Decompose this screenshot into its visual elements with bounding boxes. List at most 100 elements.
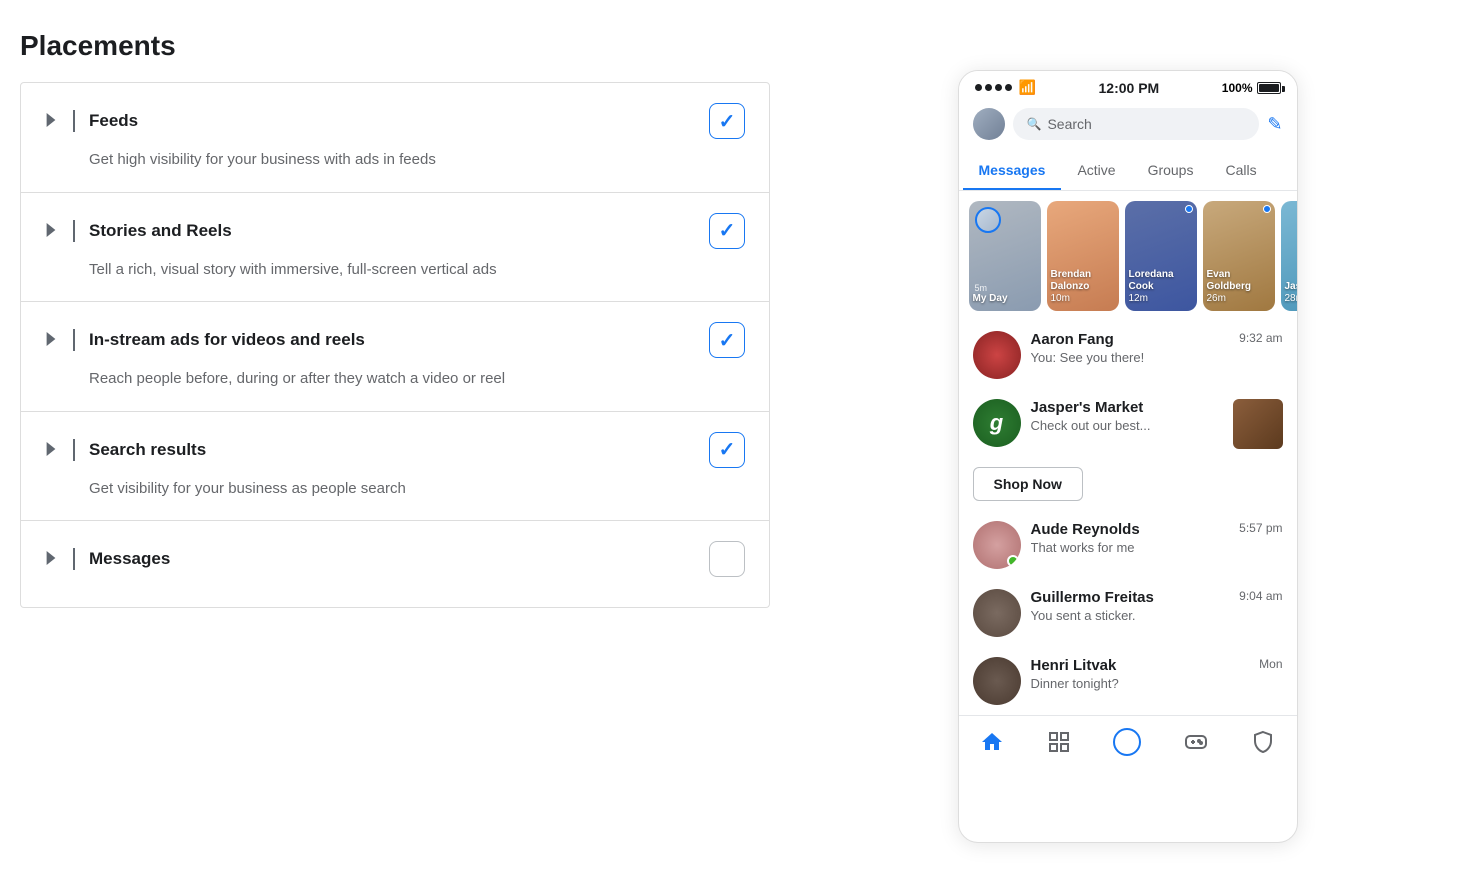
messenger-tabs: MessagesActiveGroupsCalls xyxy=(959,152,1297,191)
msg-name-aude: Aude Reynolds xyxy=(1031,521,1230,538)
search-icon: 🔍 xyxy=(1027,117,1042,131)
phone-mockup: 📶 12:00 PM 100% 🔍 Search ✎ Message xyxy=(958,70,1298,843)
signal-area: 📶 xyxy=(975,79,1036,96)
avatar[interactable] xyxy=(973,108,1005,140)
tab-active[interactable]: Active xyxy=(1061,152,1131,190)
msg-content-aude: Aude Reynolds That works for me xyxy=(1031,521,1230,555)
shop-now-button[interactable]: Shop Now xyxy=(973,467,1083,501)
msg-content-aaron: Aaron Fang You: See you there! xyxy=(1031,331,1230,365)
story-label: Brendan Dalonzo10m xyxy=(1051,269,1115,305)
placement-item-feeds: Feeds Get high visibility for your busin… xyxy=(20,82,770,193)
placement-item-instream: In-stream ads for videos and reels Reach… xyxy=(20,302,770,412)
online-indicator xyxy=(1007,555,1019,567)
placement-title-instream: In-stream ads for videos and reels xyxy=(89,330,709,350)
story-item-brendan[interactable]: Brendan Dalonzo10m xyxy=(1047,201,1119,311)
message-item-aude[interactable]: Aude Reynolds That works for me 5:57 pm xyxy=(959,511,1297,579)
placement-item-messages: Messages xyxy=(20,521,770,608)
story-label: Evan Goldberg26m xyxy=(1207,269,1271,305)
story-label: Jasper Song28m xyxy=(1285,281,1297,305)
placement-desc-feeds: Get high visibility for your business wi… xyxy=(89,149,745,172)
msg-content-henri: Henri Litvak Dinner tonight? xyxy=(1031,657,1250,691)
story-time: 5m xyxy=(975,283,988,293)
story-label: Loredana Cook12m xyxy=(1129,269,1193,305)
battery-area: 100% xyxy=(1222,81,1281,95)
placements-list: Feeds Get high visibility for your busin… xyxy=(20,82,770,608)
story-dot-icon xyxy=(1263,205,1271,213)
placement-checkbox-feeds[interactable] xyxy=(709,103,745,139)
tab-messages[interactable]: Messages xyxy=(963,152,1062,190)
message-item-jasper[interactable]: g Jasper's Market Check out our best... … xyxy=(959,389,1297,511)
expand-arrow-icon[interactable] xyxy=(45,442,61,458)
placement-title-search: Search results xyxy=(89,440,709,460)
expand-arrow-icon[interactable] xyxy=(45,223,61,239)
expand-arrow-icon[interactable] xyxy=(45,551,61,567)
signal-dot-3 xyxy=(995,84,1002,91)
msg-name-jasper: Jasper's Market xyxy=(1031,399,1223,416)
placement-checkbox-stories[interactable] xyxy=(709,213,745,249)
story-item-myday[interactable]: My Day 5m xyxy=(969,201,1041,311)
search-bar[interactable]: 🔍 Search xyxy=(1013,108,1260,140)
battery-fill xyxy=(1259,84,1279,92)
placement-checkbox-instream[interactable] xyxy=(709,322,745,358)
message-item-henri[interactable]: Henri Litvak Dinner tonight? Mon xyxy=(959,647,1297,715)
msg-preview-guillermo: You sent a sticker. xyxy=(1031,608,1230,623)
placement-header-search: Search results xyxy=(45,432,745,468)
msg-preview-aude: That works for me xyxy=(1031,540,1230,555)
search-label: Search xyxy=(1047,116,1091,132)
story-item-loredana[interactable]: Loredana Cook12m xyxy=(1125,201,1197,311)
placement-divider xyxy=(73,110,75,132)
placements-panel: Placements Feeds Get high visibility for… xyxy=(20,30,770,843)
story-item-jasper[interactable]: Jasper Song28m xyxy=(1281,201,1297,311)
messages-list: Aaron Fang You: See you there! 9:32 am g… xyxy=(959,321,1297,715)
msg-content-guillermo: Guillermo Freitas You sent a sticker. xyxy=(1031,589,1230,623)
battery-pct: 100% xyxy=(1222,81,1253,95)
edit-icon[interactable]: ✎ xyxy=(1267,114,1282,135)
story-item-evan[interactable]: Evan Goldberg26m xyxy=(1203,201,1275,311)
placement-desc-search: Get visibility for your business as peop… xyxy=(89,478,745,501)
tab-calls[interactable]: Calls xyxy=(1209,152,1272,190)
placement-checkbox-messages[interactable] xyxy=(709,541,745,577)
nav-games[interactable] xyxy=(1174,726,1218,758)
tab-groups[interactable]: Groups xyxy=(1132,152,1210,190)
nav-home[interactable] xyxy=(970,726,1014,758)
placement-item-stories: Stories and Reels Tell a rich, visual st… xyxy=(20,193,770,303)
page-title: Placements xyxy=(20,30,770,62)
msg-time-guillermo: 9:04 am xyxy=(1239,589,1282,603)
nav-list[interactable] xyxy=(1037,726,1081,758)
compose-circle-icon xyxy=(1113,728,1141,756)
placement-desc-instream: Reach people before, during or after the… xyxy=(89,368,745,391)
msg-avatar-guillermo xyxy=(973,589,1021,637)
placement-divider xyxy=(73,548,75,570)
placement-item-search: Search results Get visibility for your b… xyxy=(20,412,770,522)
placement-divider xyxy=(73,329,75,351)
msg-name-aaron: Aaron Fang xyxy=(1031,331,1230,348)
bottom-nav xyxy=(959,715,1297,768)
msg-time-aaron: 9:32 am xyxy=(1239,331,1282,345)
message-item-aaron[interactable]: Aaron Fang You: See you there! 9:32 am xyxy=(959,321,1297,389)
messenger-header: 🔍 Search ✎ xyxy=(959,100,1297,140)
placement-title-stories: Stories and Reels xyxy=(89,221,709,241)
nav-compose[interactable] xyxy=(1103,724,1151,760)
msg-preview-aaron: You: See you there! xyxy=(1031,350,1230,365)
placement-checkbox-search[interactable] xyxy=(709,432,745,468)
placement-header-instream: In-stream ads for videos and reels xyxy=(45,322,745,358)
msg-preview-henri: Dinner tonight? xyxy=(1031,676,1250,691)
battery-icon xyxy=(1257,82,1281,94)
msg-ad-content: Jasper's Market Check out our best... xyxy=(1031,399,1223,433)
msg-name-henri: Henri Litvak xyxy=(1031,657,1250,674)
story-label: My Day xyxy=(973,293,1037,305)
placement-title-messages: Messages xyxy=(89,549,709,569)
message-item-guillermo[interactable]: Guillermo Freitas You sent a sticker. 9:… xyxy=(959,579,1297,647)
story-avatar-ring xyxy=(975,207,1001,233)
expand-arrow-icon[interactable] xyxy=(45,332,61,348)
placement-desc-stories: Tell a rich, visual story with immersive… xyxy=(89,259,745,282)
placement-divider xyxy=(73,220,75,242)
msg-time-henri: Mon xyxy=(1259,657,1282,671)
nav-shield[interactable] xyxy=(1241,726,1285,758)
stories-row: My Day 5m Brendan Dalonzo10m Loredana Co… xyxy=(959,191,1297,321)
msg-name-guillermo: Guillermo Freitas xyxy=(1031,589,1230,606)
story-dot-icon xyxy=(1185,205,1193,213)
placement-header-feeds: Feeds xyxy=(45,103,745,139)
expand-arrow-icon[interactable] xyxy=(45,113,61,129)
msg-avatar-aaron xyxy=(973,331,1021,379)
